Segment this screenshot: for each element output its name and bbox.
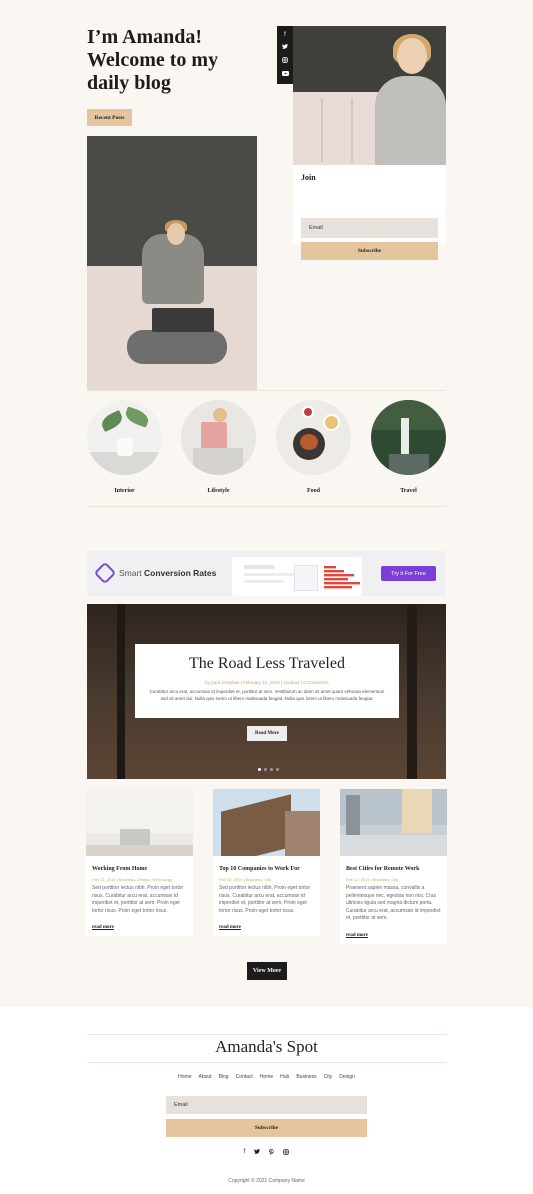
footer-nav-city[interactable]: City	[324, 1074, 333, 1080]
join-label: Join	[301, 173, 316, 182]
divider	[87, 506, 446, 507]
post-card: Working From Home Feb 12, 2019 | Busines…	[86, 789, 193, 936]
slide-excerpt: Curabitur arcu erat, accumsan id imperdi…	[149, 689, 385, 701]
slide-title[interactable]: The Road Less Traveled	[135, 655, 399, 673]
read-more-link[interactable]: read more	[346, 933, 368, 938]
post-meta: Feb 12, 2019 | Business, City	[219, 877, 272, 882]
twitter-icon[interactable]	[282, 44, 288, 51]
footer-nav-blog[interactable]: Blog	[219, 1074, 229, 1080]
footer-nav: Home About Blog Contact Home Hub Busines…	[0, 1074, 533, 1080]
instagram-icon[interactable]	[282, 57, 288, 65]
footer-email-input[interactable]: Email	[166, 1096, 367, 1114]
category-interior-label: Interior	[114, 488, 135, 494]
category-lifestyle-image	[181, 400, 256, 475]
category-lifestyle-label: Lifestyle	[207, 488, 230, 494]
category-food-label: Food	[306, 488, 320, 494]
ad-try-button[interactable]: Try it For Free	[381, 566, 436, 581]
facebook-icon[interactable]: f	[244, 1149, 246, 1157]
facebook-icon[interactable]: f	[284, 32, 286, 38]
pinterest-icon[interactable]	[269, 1149, 274, 1157]
footer-nav-home[interactable]: Home	[178, 1074, 191, 1080]
footer-nav-about[interactable]: About	[198, 1074, 211, 1080]
hero-title: I’m Amanda! Welcome to my daily blog	[87, 26, 219, 94]
category-travel-label: Travel	[400, 488, 417, 494]
slide-meta: by pack template | February 12, 2019 | O…	[205, 680, 329, 685]
category-interior-image	[87, 400, 162, 475]
footer-subscribe-button[interactable]: Subscribe	[166, 1119, 367, 1137]
instagram-icon[interactable]	[283, 1149, 290, 1157]
slider-dot[interactable]	[276, 768, 279, 771]
post-excerpt: Sed porttitor lectus nibh. Proin eget to…	[92, 885, 184, 914]
view-more-button[interactable]: View More	[247, 962, 287, 980]
post-meta: Feb 12, 2019 | Business, Design, Technol…	[92, 877, 173, 882]
ad-logo-icon	[93, 561, 117, 585]
category-food-image	[276, 400, 351, 475]
footer-social: f	[0, 1149, 533, 1157]
post-meta: Feb 12, 2019 | Business, City	[346, 877, 399, 882]
join-photo	[293, 26, 446, 165]
post-image[interactable]	[213, 789, 320, 856]
footer-email-placeholder: Email	[174, 1102, 188, 1108]
category-interior[interactable]: Interior	[87, 400, 162, 494]
post-title[interactable]: Working From Home	[92, 866, 187, 872]
recent-posts-button[interactable]: Recent Posts	[87, 109, 132, 126]
category-lifestyle[interactable]: Lifestyle	[181, 400, 256, 494]
join-email-input[interactable]: Email	[301, 218, 438, 238]
post-excerpt: Praesent sapien massa, convallis a pelle…	[346, 885, 441, 921]
slide-read-more-button[interactable]: Read More	[247, 726, 287, 741]
slide-card: The Road Less Traveled by pack template …	[135, 644, 399, 718]
hero-photo	[87, 136, 257, 390]
join-subscribe-button[interactable]: Subscribe	[301, 242, 438, 260]
category-food[interactable]: Food	[276, 400, 351, 494]
post-image[interactable]	[86, 789, 193, 856]
category-travel-image	[371, 400, 446, 475]
footer-title: Amanda's Spot	[215, 1037, 318, 1056]
footer-nav-home-2[interactable]: Home	[260, 1074, 273, 1080]
post-excerpt: Sed porttitor lectus nibh. Proin eget to…	[219, 885, 311, 914]
join-card: Join Email Subscribe	[293, 26, 446, 260]
footer: Amanda's Spot Home About Blog Contact Ho…	[0, 1007, 533, 1194]
divider	[87, 1062, 446, 1063]
footer-nav-design[interactable]: Design	[339, 1074, 355, 1080]
ad-text: Smart Conversion Rates	[119, 568, 217, 578]
post-image[interactable]	[340, 789, 447, 856]
copyright: Copyright © 2021 Company Name	[228, 1178, 305, 1184]
slider-dots	[258, 768, 279, 771]
category-travel[interactable]: Travel	[371, 400, 446, 494]
post-title[interactable]: Top 10 Companies to Work For	[219, 866, 314, 872]
read-more-link[interactable]: read more	[92, 925, 114, 930]
post-title[interactable]: Best Cities for Remote Work	[346, 866, 441, 872]
read-more-link[interactable]: read more	[219, 925, 241, 930]
divider	[87, 390, 446, 391]
footer-nav-business[interactable]: Business	[296, 1074, 316, 1080]
slider-dot[interactable]	[258, 768, 261, 771]
featured-slider: The Road Less Traveled by pack template …	[87, 604, 446, 779]
ad-bars-graphic	[324, 566, 360, 589]
post-card: Top 10 Companies to Work For Feb 12, 201…	[213, 789, 320, 936]
post-card: Best Cities for Remote Work Feb 12, 2019…	[340, 789, 447, 944]
slider-dot[interactable]	[270, 768, 273, 771]
youtube-icon[interactable]	[281, 71, 289, 78]
ad-banner[interactable]: Smart Conversion Rates Try it For Free	[87, 551, 446, 596]
join-email-placeholder: Email	[309, 225, 323, 231]
social-bar: f	[277, 26, 293, 84]
slider-dot[interactable]	[264, 768, 267, 771]
divider	[87, 1034, 446, 1035]
twitter-icon[interactable]	[254, 1149, 261, 1157]
footer-nav-hub[interactable]: Hub	[280, 1074, 289, 1080]
footer-nav-contact[interactable]: Contact	[236, 1074, 253, 1080]
